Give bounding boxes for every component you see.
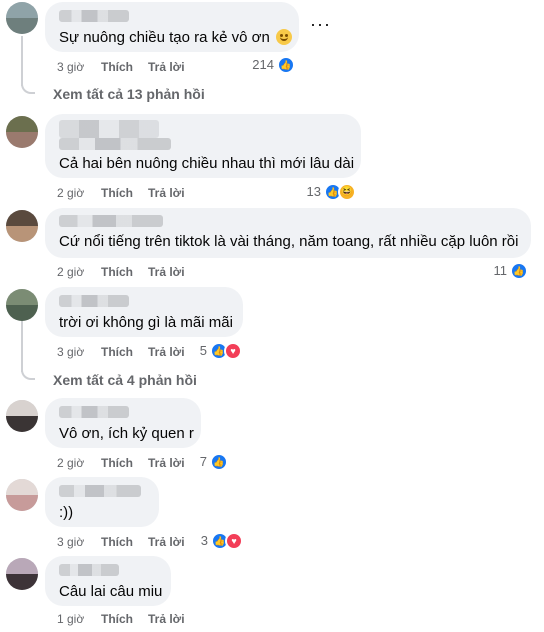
comment-time[interactable]: 3 giờ: [57, 60, 84, 74]
like-icon: 👍: [277, 56, 295, 74]
reply-button[interactable]: Trả lời: [148, 345, 185, 359]
comment-text: Sự nuông chiều tạo ra kẻ vô ơn: [59, 28, 293, 47]
reaction-count: 7: [199, 454, 207, 469]
haha-icon: 😆: [338, 183, 356, 201]
comment-text: Cả hai bên nuông chiều nhau thì mới lâu …: [59, 155, 355, 172]
author-name-blurred[interactable]: [59, 564, 119, 576]
comment-bubble: Cả hai bên nuông chiều nhau thì mới lâu …: [45, 114, 361, 178]
author-name-blurred: [59, 138, 171, 150]
comment-text: Câu lai câu miu: [59, 583, 163, 600]
comment-bubble: Vô ơn, ích kỷ quen r: [45, 398, 201, 448]
reaction-count: 11: [493, 263, 508, 278]
comment-time[interactable]: 3 giờ: [57, 345, 84, 359]
comment-time[interactable]: 3 giờ: [57, 535, 84, 549]
avatar[interactable]: [6, 558, 38, 590]
comment-bubble: :)): [45, 477, 159, 527]
like-button[interactable]: Thích: [101, 345, 133, 359]
heart-icon: ♥: [225, 532, 243, 550]
comment-time[interactable]: 2 giờ: [57, 265, 84, 279]
author-name-blurred[interactable]: [59, 120, 159, 138]
author-name-blurred[interactable]: [59, 215, 163, 227]
author-name-blurred[interactable]: [59, 10, 129, 22]
comment-time[interactable]: 2 giờ: [57, 456, 84, 470]
comment-text: Vô ơn, ích kỷ quen r: [59, 425, 194, 442]
reaction-count: 5: [199, 343, 207, 358]
avatar[interactable]: [6, 400, 38, 432]
heart-icon: ♥: [224, 342, 242, 360]
reply-button[interactable]: Trả lời: [148, 60, 185, 74]
comment-time[interactable]: 2 giờ: [57, 186, 84, 200]
author-name-blurred[interactable]: [59, 485, 141, 497]
comment-bubble: Sự nuông chiều tạo ra kẻ vô ơn: [45, 2, 299, 52]
reply-button[interactable]: Trả lời: [148, 612, 185, 626]
comment-bubble: Cứ nổi tiếng trên tiktok là vài tháng, n…: [45, 208, 531, 258]
author-name-blurred[interactable]: [59, 406, 129, 418]
avatar[interactable]: [6, 210, 38, 242]
thread-connector: [21, 36, 23, 86]
avatar[interactable]: [6, 289, 38, 321]
like-icon: 👍: [510, 262, 528, 280]
reply-button[interactable]: Trả lời: [148, 265, 185, 279]
reply-button[interactable]: Trả lời: [148, 535, 185, 549]
like-button[interactable]: Thích: [101, 456, 133, 470]
like-button[interactable]: Thích: [101, 535, 133, 549]
reaction-count: 13: [306, 184, 321, 199]
like-button[interactable]: Thích: [101, 186, 133, 200]
like-button[interactable]: Thích: [101, 60, 133, 74]
reaction-count: 3: [200, 533, 208, 548]
reply-button[interactable]: Trả lời: [148, 186, 185, 200]
view-replies-link[interactable]: Xem tất cả 4 phản hồi: [53, 372, 197, 388]
smile-emoji-icon: [276, 29, 293, 45]
like-icon: 👍: [210, 453, 228, 471]
avatar[interactable]: [6, 479, 38, 511]
comment-time[interactable]: 1 giờ: [57, 612, 84, 626]
comment-text: :)): [59, 504, 74, 521]
comment-text: Cứ nổi tiếng trên tiktok là vài tháng, n…: [59, 233, 519, 250]
comment-bubble: trời ơi không gì là mãi mãi: [45, 287, 243, 337]
thread-connector: [21, 320, 23, 372]
more-options-icon[interactable]: ···: [310, 14, 331, 35]
author-name-blurred[interactable]: [59, 295, 129, 307]
avatar[interactable]: [6, 116, 38, 148]
view-replies-link[interactable]: Xem tất cả 13 phản hồi: [53, 86, 205, 102]
thread-connector-curve: [21, 80, 35, 94]
like-button[interactable]: Thích: [101, 612, 133, 626]
comment-text: trời ơi không gì là mãi mãi: [59, 314, 233, 331]
comment-bubble: Câu lai câu miu: [45, 556, 171, 606]
reaction-count: 214: [252, 57, 274, 72]
thread-connector-curve: [21, 366, 35, 380]
avatar[interactable]: [6, 2, 38, 34]
reply-button[interactable]: Trả lời: [148, 456, 185, 470]
like-button[interactable]: Thích: [101, 265, 133, 279]
